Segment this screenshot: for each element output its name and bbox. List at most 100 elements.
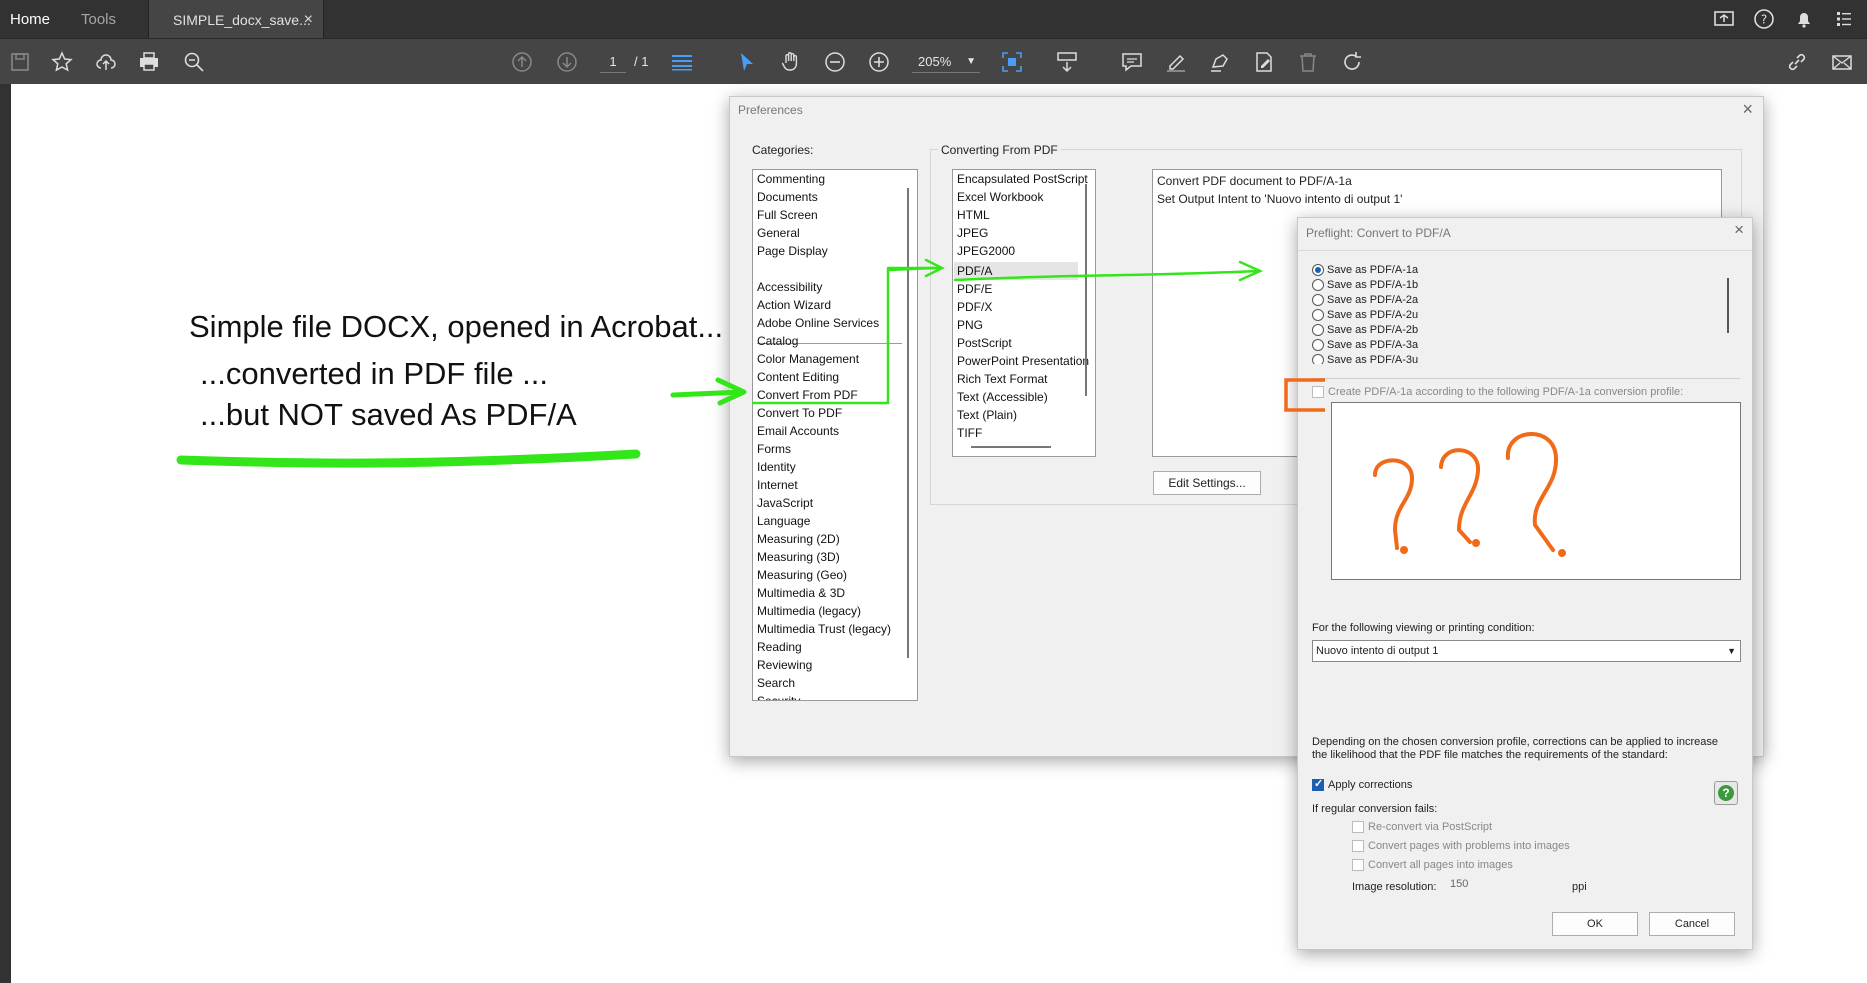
zoom-level-select[interactable]: 205% ▼	[912, 51, 980, 73]
edit-settings-button[interactable]: Edit Settings...	[1153, 471, 1261, 495]
category-item[interactable]: Color Management	[757, 350, 859, 368]
image-resolution-input[interactable]: 150	[1450, 878, 1468, 890]
preflight-close-icon[interactable]: ×	[1734, 220, 1744, 240]
rotate-icon[interactable]	[1340, 50, 1364, 74]
category-item[interactable]: Forms	[757, 440, 791, 458]
options-scrollbar[interactable]	[1727, 278, 1729, 333]
format-list[interactable]: Encapsulated PostScript Excel Workbook H…	[952, 169, 1096, 457]
format-item[interactable]: PostScript	[957, 334, 1012, 352]
category-item[interactable]: General	[757, 224, 800, 242]
sign-pen-icon[interactable]	[1208, 50, 1232, 74]
format-vscrollbar[interactable]	[1085, 184, 1087, 396]
format-item[interactable]: Text (Plain)	[957, 406, 1017, 424]
category-item[interactable]: Multimedia (legacy)	[757, 602, 861, 620]
format-item[interactable]: Encapsulated PostScript	[957, 170, 1088, 188]
category-item[interactable]: Language	[757, 512, 810, 530]
condition-select[interactable]: Nuovo intento di output 1 ▼	[1312, 640, 1741, 662]
category-item[interactable]: Adobe Online Services	[757, 314, 879, 332]
category-item[interactable]: Documents	[757, 188, 818, 206]
category-item[interactable]: Catalog	[757, 332, 798, 350]
category-item-selected[interactable]: Convert From PDF	[757, 386, 858, 404]
help-icon[interactable]: ?	[1753, 8, 1775, 30]
category-item[interactable]: Action Wizard	[757, 296, 831, 314]
preferences-close-icon[interactable]: ×	[1742, 99, 1753, 120]
cancel-button[interactable]: Cancel	[1649, 912, 1735, 936]
select-cursor-icon[interactable]	[735, 50, 759, 74]
next-page-icon[interactable]	[555, 50, 579, 74]
print-icon[interactable]	[137, 50, 161, 74]
more-menu-icon[interactable]	[1833, 8, 1855, 30]
star-icon[interactable]	[50, 50, 74, 74]
email-icon[interactable]	[1830, 50, 1854, 74]
category-item[interactable]: Internet	[757, 476, 798, 494]
radio-pdfa-2u[interactable]: Save as PDF/A-2u	[1312, 308, 1418, 322]
radio-pdfa-1a[interactable]: Save as PDF/A-1a	[1312, 263, 1418, 277]
format-item[interactable]: JPEG2000	[957, 242, 1015, 260]
tab-document[interactable]: SIMPLE_docx_save... ×	[148, 0, 324, 38]
format-item[interactable]: Rich Text Format	[957, 370, 1047, 388]
zoom-out-icon[interactable]	[823, 50, 847, 74]
format-item[interactable]: JPEG	[957, 224, 988, 242]
edit-pdf-icon[interactable]	[1252, 50, 1276, 74]
format-item-selected[interactable]: PDF/A	[957, 262, 992, 280]
category-item[interactable]: Commenting	[757, 170, 825, 188]
tab-home[interactable]: Home	[10, 0, 50, 38]
radio-pdfa-3u[interactable]: Save as PDF/A-3u	[1312, 353, 1418, 364]
category-item[interactable]: Email Accounts	[757, 422, 839, 440]
notifications-icon[interactable]	[1793, 8, 1815, 30]
radio-pdfa-2b[interactable]: Save as PDF/A-2b	[1312, 323, 1418, 337]
category-item[interactable]: Page Display	[757, 242, 828, 260]
save-icon[interactable]	[8, 50, 32, 74]
apply-corrections-checkbox[interactable]: Apply corrections	[1312, 777, 1412, 791]
hand-tool-icon[interactable]	[779, 50, 803, 74]
category-item[interactable]: Security	[757, 692, 800, 700]
category-item[interactable]: Multimedia & 3D	[757, 584, 845, 602]
format-item[interactable]: Text (Accessible)	[957, 388, 1048, 406]
cloud-upload-icon[interactable]	[94, 50, 118, 74]
help-button[interactable]: ?	[1714, 781, 1738, 805]
radio-pdfa-1b[interactable]: Save as PDF/A-1b	[1312, 278, 1418, 292]
format-item[interactable]: PDF/X	[957, 298, 992, 316]
category-item[interactable]: Reading	[757, 638, 802, 656]
format-item[interactable]: PowerPoint Presentation	[957, 352, 1089, 370]
category-item[interactable]: Content Editing	[757, 368, 839, 386]
highlight-pen-icon[interactable]	[1164, 50, 1188, 74]
scrolling-mode-icon[interactable]	[1055, 50, 1079, 74]
format-item[interactable]: PDF/E	[957, 280, 992, 298]
radio-pdfa-3a[interactable]: Save as PDF/A-3a	[1312, 338, 1418, 352]
categories-scrollbar[interactable]	[907, 188, 909, 658]
format-item[interactable]: TIFF	[957, 424, 982, 442]
format-item[interactable]: HTML	[957, 206, 990, 224]
zoom-search-icon[interactable]	[182, 50, 206, 74]
category-item[interactable]: Identity	[757, 458, 796, 476]
create-profile-checkbox[interactable]: Create PDF/A-1a according to the followi…	[1312, 386, 1683, 398]
category-item[interactable]: Measuring (2D)	[757, 530, 840, 548]
conversion-profile-box[interactable]	[1331, 402, 1741, 580]
format-item[interactable]: Excel Workbook	[957, 188, 1043, 206]
delete-icon[interactable]	[1296, 50, 1320, 74]
fit-page-icon[interactable]	[1000, 50, 1024, 74]
page-number-input[interactable]: 1	[600, 51, 626, 73]
category-item[interactable]: Measuring (3D)	[757, 548, 840, 566]
prev-page-icon[interactable]	[510, 50, 534, 74]
category-item[interactable]: Measuring (Geo)	[757, 566, 847, 584]
tab-close-icon[interactable]: ×	[304, 0, 313, 40]
category-item[interactable]: Convert To PDF	[757, 404, 842, 422]
zoom-in-icon[interactable]	[867, 50, 891, 74]
page-layout-icon[interactable]	[670, 50, 694, 74]
convert-problem-pages-checkbox[interactable]: Convert pages with problems into images	[1352, 840, 1570, 852]
category-item[interactable]: JavaScript	[757, 494, 813, 512]
format-hscrollbar[interactable]	[971, 446, 1051, 448]
convert-all-pages-checkbox[interactable]: Convert all pages into images	[1352, 859, 1513, 871]
link-share-icon[interactable]	[1785, 50, 1809, 74]
category-item[interactable]: Accessibility	[757, 278, 822, 296]
tab-tools[interactable]: Tools	[81, 0, 116, 38]
radio-pdfa-2a[interactable]: Save as PDF/A-2a	[1312, 293, 1418, 307]
category-item[interactable]: Multimedia Trust (legacy)	[757, 620, 891, 638]
share-screen-icon[interactable]	[1713, 8, 1735, 30]
categories-list[interactable]: Commenting Documents Full Screen General…	[752, 169, 918, 701]
category-item[interactable]: Reviewing	[757, 656, 812, 674]
category-item[interactable]: Full Screen	[757, 206, 818, 224]
comment-icon[interactable]	[1120, 50, 1144, 74]
ok-button[interactable]: OK	[1552, 912, 1638, 936]
